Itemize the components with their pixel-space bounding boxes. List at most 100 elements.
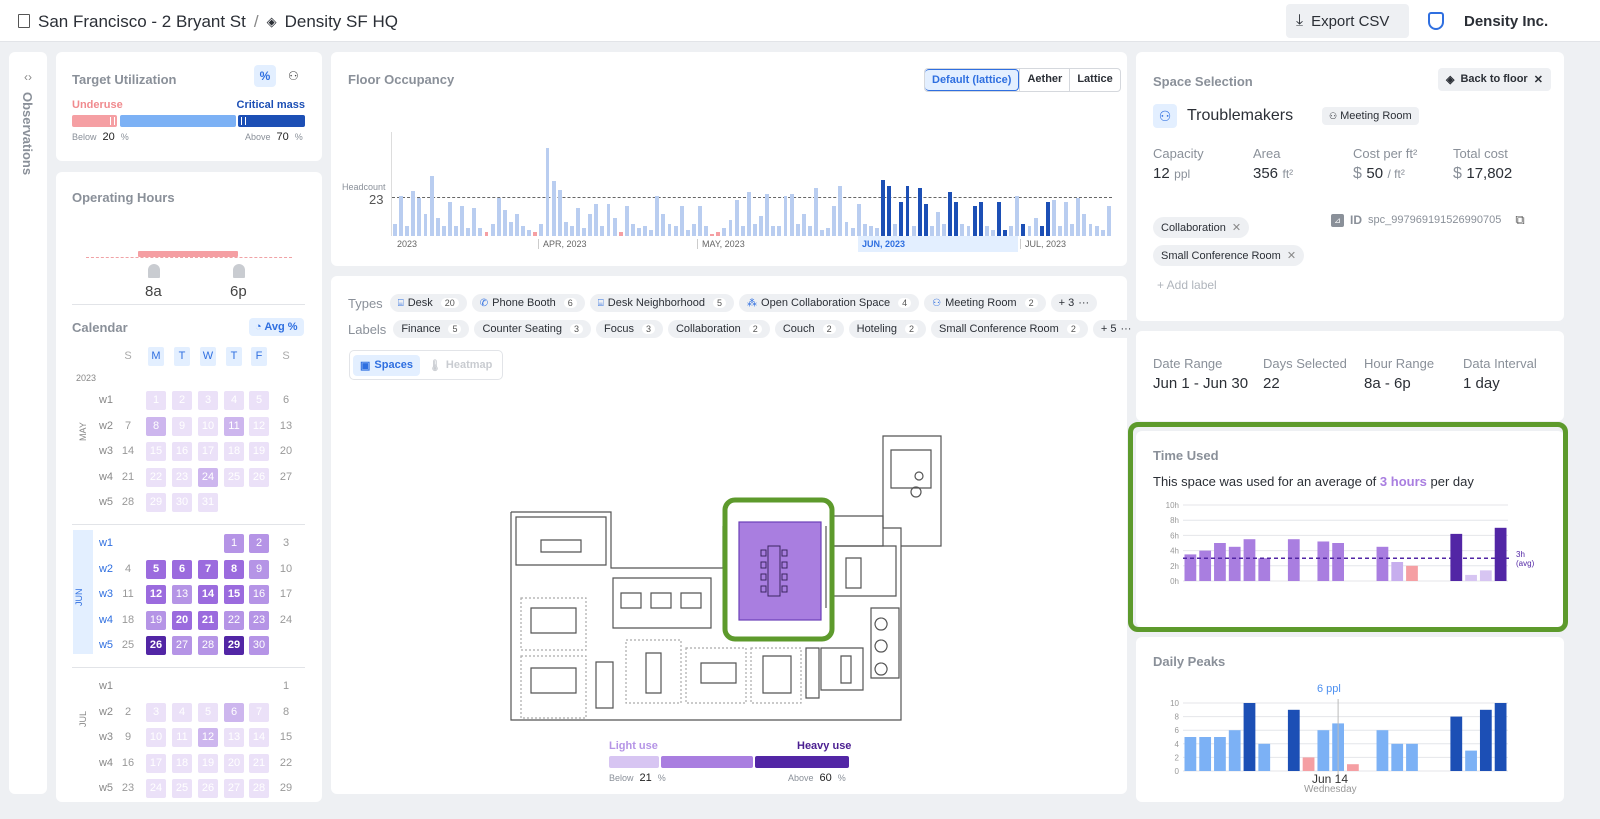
calendar-day[interactable]: 8 [224, 559, 244, 579]
add-label-button[interactable]: + Add label [1157, 278, 1217, 292]
calendar-day[interactable]: 7 [249, 702, 269, 722]
calendar-day[interactable]: 25 [224, 467, 244, 487]
week-label[interactable]: w5 [96, 493, 116, 512]
calendar-day[interactable]: 22 [146, 467, 166, 487]
month-label-1[interactable]: APR, 2023 [538, 239, 587, 249]
chart-bar[interactable] [1243, 703, 1256, 771]
calendar-day[interactable]: 19 [198, 753, 218, 773]
calendar-day[interactable]: 17 [198, 442, 218, 461]
chart-bar[interactable] [1317, 730, 1330, 771]
calendar-day[interactable]: 20 [172, 610, 192, 630]
type-chip-desk-neighborhood[interactable]: ⌸ Desk Neighborhood 5 [589, 294, 735, 312]
week-label[interactable]: w1 [96, 677, 116, 696]
org-name[interactable]: Density Inc. [1464, 13, 1548, 30]
types-more-chip[interactable]: + 3 ··· [1050, 294, 1098, 312]
calendar-day[interactable]: 28 [198, 636, 218, 655]
month-label-3[interactable]: JUN, 2023 [858, 236, 1018, 252]
calendar-day[interactable]: 12 [198, 728, 218, 747]
chart-bar[interactable] [1199, 737, 1212, 771]
calendar-day[interactable]: 26 [146, 636, 166, 655]
calendar-day[interactable]: 17 [146, 753, 166, 773]
calendar-day[interactable]: 1 [146, 391, 166, 410]
chart-bar[interactable] [1376, 730, 1389, 771]
calendar-day[interactable]: 14 [249, 728, 269, 747]
calendar-day[interactable]: 13 [224, 728, 244, 747]
start-handle[interactable] [148, 264, 160, 278]
label-chip-counter-seating[interactable]: Counter Seating 3 [474, 320, 591, 338]
calendar-day[interactable]: 10 [146, 728, 166, 747]
calendar-day[interactable]: 23 [249, 610, 269, 630]
calendar-day[interactable]: 8 [146, 416, 166, 436]
spaces-view-button[interactable]: ▣ Spaces [353, 354, 420, 376]
calendar-day[interactable]: 4 [224, 391, 244, 410]
label-chip-focus[interactable]: Focus 3 [595, 320, 663, 338]
calendar-day[interactable]: 4 [172, 702, 192, 722]
use-range-bar[interactable] [609, 756, 849, 768]
calendar-day[interactable]: 3 [146, 702, 166, 722]
copy-icon[interactable]: ⧉ [1515, 212, 1524, 228]
calendar-day[interactable]: 14 [198, 585, 218, 604]
chart-bar[interactable] [1465, 750, 1477, 771]
calendar-day[interactable]: 3 [198, 391, 218, 410]
people-icon[interactable]: ⚇ [288, 69, 299, 83]
floor-plan[interactable] [501, 428, 961, 728]
calendar-day[interactable]: 15 [224, 585, 244, 604]
calendar-day[interactable]: 21 [249, 753, 269, 773]
chart-bar[interactable] [1391, 743, 1404, 771]
end-handle[interactable] [233, 264, 245, 278]
chart-bar[interactable] [1494, 703, 1507, 771]
chart-bar[interactable] [1228, 730, 1241, 771]
calendar-day[interactable]: 5 [198, 702, 218, 722]
chart-bar[interactable] [1184, 737, 1197, 771]
calendar-day[interactable]: 24 [146, 779, 166, 798]
calendar-day[interactable]: 15 [146, 442, 166, 461]
label-chip-small-conference-room[interactable]: Small Conference Room 2 [931, 320, 1088, 338]
calendar-day[interactable]: 6 [224, 702, 244, 722]
breadcrumb-space[interactable]: Density SF HQ [285, 12, 398, 32]
calendar-day[interactable]: 18 [172, 753, 192, 773]
percent-toggle[interactable]: % [254, 65, 276, 87]
calendar-day[interactable]: 5 [249, 391, 269, 410]
calendar-day[interactable]: 18 [224, 442, 244, 461]
calendar-day[interactable]: 5 [146, 559, 166, 579]
calendar-day[interactable]: 13 [172, 585, 192, 604]
occupancy-chart[interactable] [391, 132, 1112, 236]
week-label[interactable]: w2 [96, 703, 116, 722]
label-chip-collaboration[interactable]: Collaboration 2 [667, 320, 770, 338]
calendar-day[interactable]: 24 [198, 467, 218, 487]
calendar-day[interactable]: 20 [224, 753, 244, 773]
tab-default-lattice[interactable]: Default (lattice) [925, 69, 1020, 91]
labels-more-chip[interactable]: + 5 ··· [1092, 320, 1140, 338]
calendar-day[interactable]: 9 [249, 559, 269, 579]
week-label[interactable]: w4 [96, 754, 116, 773]
type-chip-phone-booth[interactable]: ✆ Phone Booth 6 [471, 294, 585, 312]
tab-lattice[interactable]: Lattice [1069, 69, 1119, 91]
month-label-2[interactable]: MAY, 2023 [697, 239, 745, 249]
month-label-4[interactable]: JUL, 2023 [1020, 239, 1066, 249]
calendar-day[interactable]: 23 [172, 467, 192, 487]
type-chip-open-collaboration[interactable]: ⁂ Open Collaboration Space 4 [739, 294, 920, 312]
chart-bar[interactable] [1450, 716, 1463, 771]
chart-bar[interactable] [1258, 743, 1271, 771]
week-label[interactable]: w1 [96, 391, 116, 410]
chart-bar[interactable] [1479, 709, 1492, 771]
calendar-day[interactable]: 25 [172, 779, 192, 798]
chart-bar[interactable] [1406, 743, 1418, 771]
week-label[interactable]: w5 [96, 636, 116, 655]
calendar-day[interactable]: 21 [198, 610, 218, 630]
breadcrumb-building[interactable]: San Francisco - 2 Bryant St [38, 12, 246, 32]
calendar-day[interactable]: 26 [198, 779, 218, 798]
calendar-day[interactable]: 26 [249, 467, 269, 487]
label-chip-finance[interactable]: Finance 5 [393, 320, 470, 338]
calendar-day[interactable]: 22 [224, 610, 244, 630]
legend-below-value[interactable]: 21 [640, 772, 652, 784]
calendar-day[interactable]: 30 [172, 493, 192, 512]
calendar-day[interactable]: 29 [224, 636, 244, 655]
chart-bar[interactable] [1347, 764, 1359, 771]
calendar-day[interactable]: 30 [249, 636, 269, 655]
type-chip-meeting-room[interactable]: ⚇ Meeting Room 2 [924, 294, 1046, 312]
calendar-day[interactable]: 16 [172, 442, 192, 461]
chart-bar[interactable] [1287, 709, 1300, 771]
legend-above-value[interactable]: 60 [820, 772, 832, 784]
chart-bar[interactable] [1302, 757, 1315, 771]
